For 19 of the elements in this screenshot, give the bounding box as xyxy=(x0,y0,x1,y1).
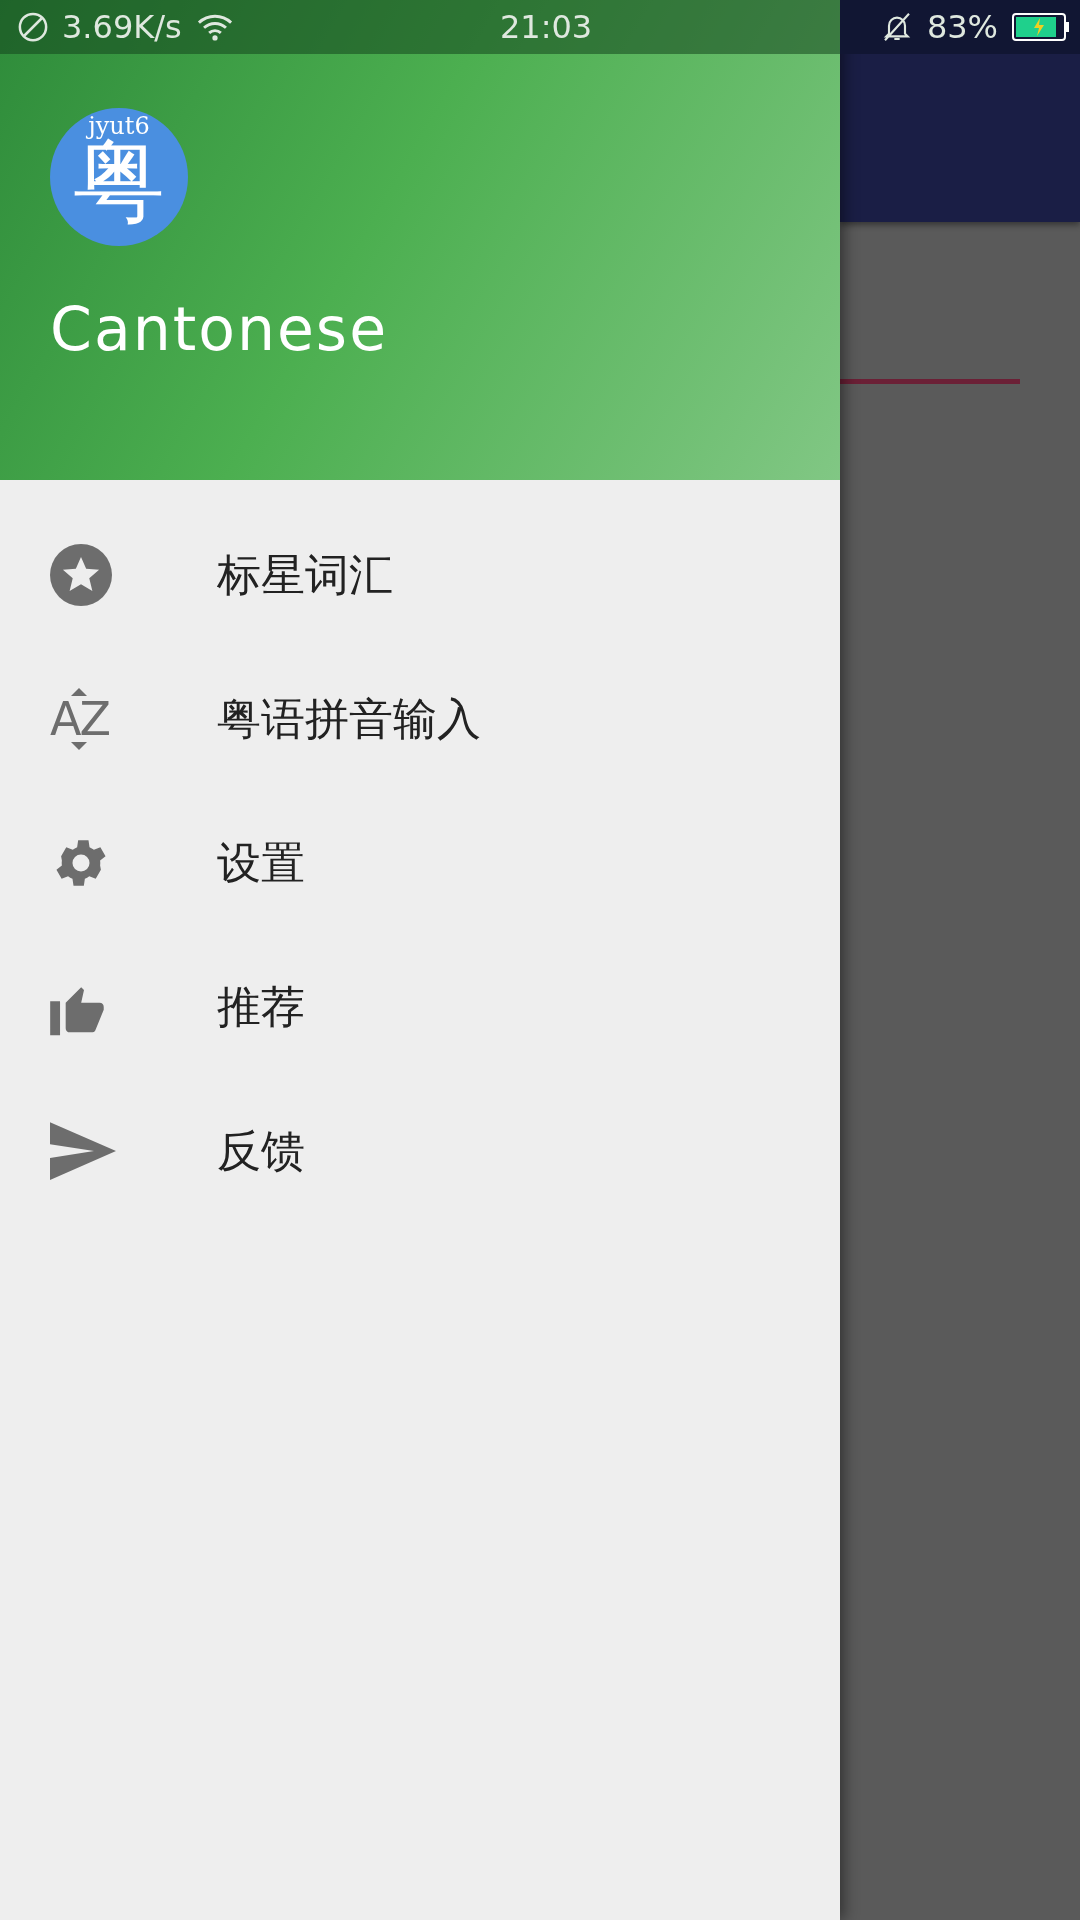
clock: 21:03 xyxy=(500,8,593,46)
battery-icon xyxy=(1012,13,1070,41)
app-title: Cantonese xyxy=(50,294,390,364)
menu-item[interactable]: AZ 粤语拼音输入 xyxy=(0,647,840,791)
wifi-icon xyxy=(195,12,234,42)
network-speed: 3.69K/s xyxy=(62,8,182,46)
menu-label: 推荐 xyxy=(217,979,305,1034)
menu-item[interactable]: 推荐 xyxy=(0,935,840,1079)
blocked-icon xyxy=(18,12,48,42)
app-logo: jyut6 粤 xyxy=(50,108,188,246)
menu-label: 设置 xyxy=(217,835,305,890)
menu-item[interactable]: 反馈 xyxy=(0,1079,840,1223)
send-icon xyxy=(50,1122,116,1180)
menu-item[interactable]: 标星词汇 xyxy=(0,503,840,647)
menu-label: 粤语拼音输入 xyxy=(217,691,481,746)
menu-label: 标星词汇 xyxy=(217,547,393,602)
battery-percent: 83% xyxy=(926,8,998,46)
menu-item[interactable]: 设置 xyxy=(0,791,840,935)
menu-label: 反馈 xyxy=(217,1123,305,1178)
